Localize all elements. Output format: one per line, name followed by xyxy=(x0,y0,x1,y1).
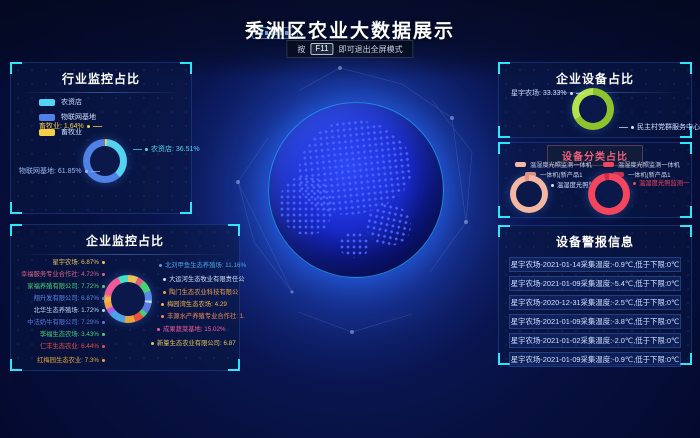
legend-label: 物联网基地 xyxy=(61,112,96,122)
alarm-row: 星宇农场-2021-01-02采集温度:-2.0℃,低于下限:0℃ xyxy=(509,333,681,348)
enterprise-label: 李福生态农场: 3.43% xyxy=(15,330,105,339)
alarm-row: 星宇农场-2021-01-09采集温度:-0.9℃,低于下限:0℃ xyxy=(509,352,681,367)
legend-swatch xyxy=(603,162,614,167)
legend-item[interactable]: 温湿度光照监测一体机 xyxy=(515,160,592,169)
enterprise-label: 星宇农场: 6.87% xyxy=(15,258,105,267)
panel-device-class: 设备分类占比 温湿度光照监测一体机 一体机(新产品1 温湿度光照监测一 温湿度光… xyxy=(498,142,692,218)
enterprise-label: 梅园湾生态农场: 4.29 xyxy=(161,300,227,309)
globe-continent-dots xyxy=(279,176,331,235)
legend-label: 农资店 xyxy=(61,97,82,107)
legend-item-iot[interactable]: 物联网基地 xyxy=(39,112,191,122)
panel-industry-monitor: 行业监控占比 农资店 物联网基地 畜牧业 畜牧业: 1.64% 农资店: 36.… xyxy=(10,62,192,214)
page-title: 秀洲区农业大数据展示 xyxy=(0,16,700,43)
legend-label: 一体机(新产品1 xyxy=(628,170,671,179)
enterprise-label: 丰源水产养殖专业合作社: 1. xyxy=(161,312,245,321)
globe-continent-dots xyxy=(339,232,370,258)
legend-swatch xyxy=(515,162,526,167)
callout-device-share-left: 星宇农场: 33.33% xyxy=(511,89,585,98)
panel-enterprise-monitor: 企业监控占比 星宇农场: 6.87% 幸福服务专业合作社: 4.72% 家福养殖… xyxy=(10,224,240,371)
callout-iot: 物联网基地: 61.85% xyxy=(19,167,100,176)
callout-device-class-right: 温湿度光照监测一 xyxy=(633,179,689,188)
enterprise-label: 北华生态养殖场: 1.72% xyxy=(15,306,105,315)
alarm-row: 星宇农场-2021-01-14采集温度:-0.9℃,低于下限:0℃ xyxy=(509,257,681,272)
panel-title: 企业设备占比 xyxy=(499,63,691,87)
enterprise-label: 成果蔬菜基地: 15.02% xyxy=(157,325,226,334)
legend-item[interactable]: 温湿度光照监测一体机 xyxy=(603,160,680,169)
panel-title: 设备警报信息 xyxy=(499,226,691,250)
legend-label: 温湿度光照监测一体机 xyxy=(530,160,592,169)
callout-store: 农资店: 36.51% xyxy=(133,145,200,154)
enterprise-label: 新篁生态农业有限公司: 6.87 xyxy=(151,339,236,348)
enterprise-label: 仁丰生态农业: 6.44% xyxy=(15,342,105,351)
enterprise-label: 中法奶牛有限公司: 7.29% xyxy=(15,318,105,327)
callout-livestock: 畜牧业: 1.64% xyxy=(39,122,102,131)
legend-swatch xyxy=(39,114,55,121)
panel-alarms: 设备警报信息 星宇农场-2021-01-14采集温度:-0.9℃,低于下限:0℃… xyxy=(498,225,692,365)
divider xyxy=(21,92,181,93)
dashboard: 秀洲区农业大数据展示 按 F11 即可退出全屏模式 行业监控占比 xyxy=(0,0,700,438)
device-class-right-donut-chart[interactable] xyxy=(588,173,630,215)
legend-swatch xyxy=(39,99,55,106)
enterprise-label: 陶门生态农业科技有限公 xyxy=(163,288,238,297)
legend-label: 温湿度光照监测一体机 xyxy=(618,160,680,169)
divider xyxy=(21,254,229,255)
globe xyxy=(268,102,444,278)
enterprise-label: 翔升发有限公司: 6.87% xyxy=(15,294,105,303)
enterprise-label: 大运河生态牧业有限责任公 xyxy=(163,275,245,284)
enterprise-label: 幸福服务专业合作社: 4.72% xyxy=(15,270,105,279)
panel-title: 企业监控占比 xyxy=(11,225,239,249)
alarm-row: 星宇农场-2020-12-31采集温度:-2.5℃,低于下限:0℃ xyxy=(509,295,681,310)
panel-title: 行业监控占比 xyxy=(11,63,191,87)
industry-donut-chart[interactable] xyxy=(83,139,127,183)
enterprise-label: 北刘甲鱼生态养殖场: 11.16% xyxy=(159,261,246,270)
device-class-left-donut-chart[interactable] xyxy=(510,175,548,213)
alarm-row: 星宇农场-2021-01-09采集温度:-3.8℃,低于下限:0℃ xyxy=(509,314,681,329)
callout-device-share-right: 民主村党群服务中心: xyxy=(619,123,700,132)
legend-item-store[interactable]: 农资店 xyxy=(39,97,191,107)
alarm-row: 星宇农场-2021-01-09采集温度:-5.4℃,低于下限:0℃ xyxy=(509,276,681,291)
panel-device-share: 企业设备占比 星宇农场: 33.33% 民主村党群服务中心: xyxy=(498,62,692,138)
enterprise-donut-chart[interactable] xyxy=(104,275,152,323)
legend-label: 一体机(新产品1 xyxy=(540,170,583,179)
enterprise-label: 红梅园生态农业: 7.3% xyxy=(15,356,105,365)
enterprise-label: 家福养殖有限公司: 7.72% xyxy=(15,282,105,291)
